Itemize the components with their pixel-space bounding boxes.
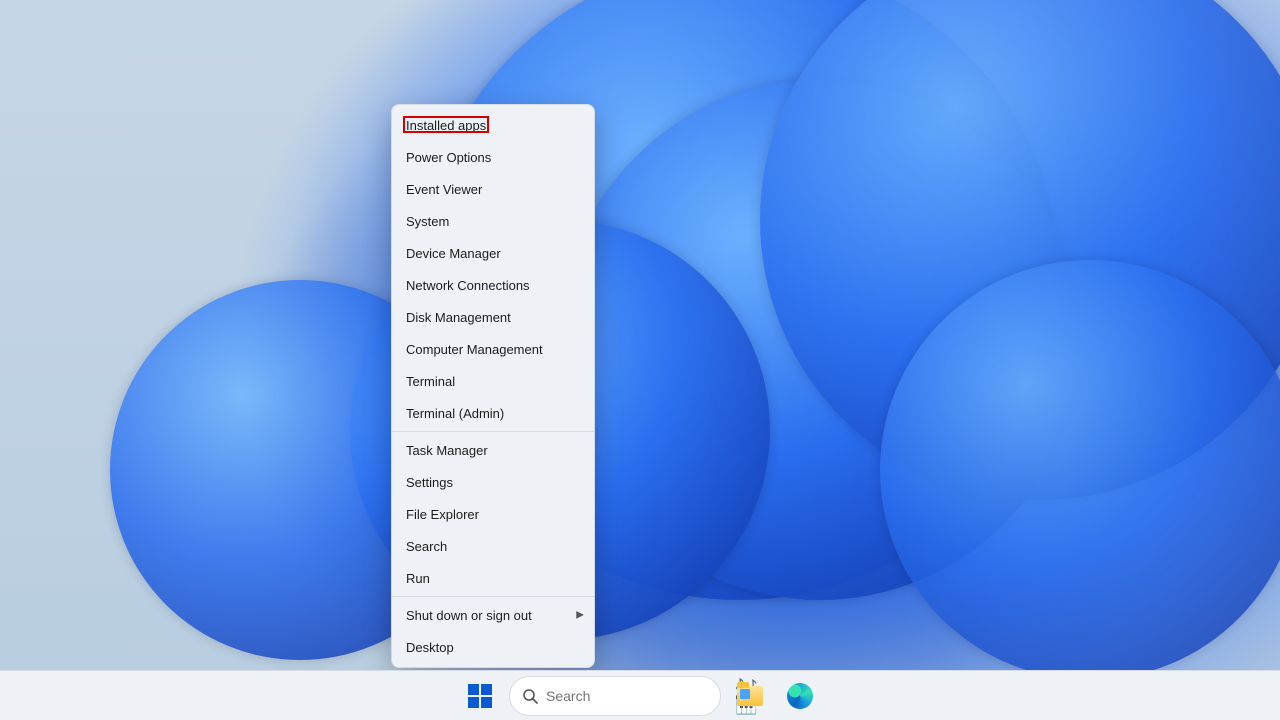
- ctx-item-label: Installed apps: [406, 118, 486, 133]
- ctx-item-label: Desktop: [406, 640, 454, 655]
- ctx-item[interactable]: Power Options: [392, 141, 594, 173]
- edge-button[interactable]: [779, 675, 821, 717]
- ctx-item-label: Device Manager: [406, 246, 501, 261]
- ctx-item-label: Task Manager: [406, 443, 488, 458]
- ctx-item[interactable]: Event Viewer: [392, 173, 594, 205]
- ctx-item[interactable]: Terminal: [392, 365, 594, 397]
- taskbar-search[interactable]: 🎶🎹: [509, 676, 721, 716]
- ctx-item-label: File Explorer: [406, 507, 479, 522]
- ctx-item-label: Disk Management: [406, 310, 511, 325]
- chevron-right-icon: ▶: [576, 610, 584, 621]
- ctx-item[interactable]: Installed apps: [392, 109, 594, 141]
- ctx-item[interactable]: Device Manager: [392, 237, 594, 269]
- search-input[interactable]: [546, 688, 727, 704]
- taskbar: 🎶🎹: [0, 670, 1280, 720]
- ctx-item[interactable]: Search: [392, 530, 594, 562]
- ctx-item-label: System: [406, 214, 449, 229]
- ctx-item[interactable]: System: [392, 205, 594, 237]
- ctx-item[interactable]: Computer Management: [392, 333, 594, 365]
- ctx-item-label: Search: [406, 539, 447, 554]
- ctx-item[interactable]: Settings: [392, 466, 594, 498]
- ctx-item[interactable]: File Explorer: [392, 498, 594, 530]
- ctx-item-label: Computer Management: [406, 342, 543, 357]
- desktop-wallpaper: [0, 0, 1280, 720]
- ctx-item[interactable]: Desktop: [392, 631, 594, 663]
- start-icon: [468, 684, 492, 708]
- ctx-item-label: Shut down or sign out: [406, 608, 532, 623]
- ctx-item[interactable]: Shut down or sign out ▶: [392, 599, 594, 631]
- ctx-item-label: Terminal: [406, 374, 455, 389]
- ctx-item[interactable]: Terminal (Admin): [392, 397, 594, 429]
- ctx-item-label: Terminal (Admin): [406, 406, 504, 421]
- ctx-item[interactable]: Task Manager: [392, 434, 594, 466]
- ctx-item[interactable]: Network Connections: [392, 269, 594, 301]
- ctx-item-label: Run: [406, 571, 430, 586]
- ctx-item-label: Network Connections: [406, 278, 530, 293]
- file-explorer-button[interactable]: [729, 675, 771, 717]
- file-explorer-icon: [737, 686, 763, 706]
- ctx-separator: [392, 596, 594, 597]
- search-icon: [522, 688, 538, 704]
- ctx-separator: [392, 431, 594, 432]
- edge-icon: [787, 683, 813, 709]
- start-button[interactable]: [459, 675, 501, 717]
- ctx-item-label: Power Options: [406, 150, 491, 165]
- ctx-item-label: Settings: [406, 475, 453, 490]
- ctx-item[interactable]: Disk Management: [392, 301, 594, 333]
- winx-context-menu: Installed apps Power Options Event Viewer S…: [391, 104, 595, 668]
- ctx-item[interactable]: Run: [392, 562, 594, 594]
- ctx-item-label: Event Viewer: [406, 182, 482, 197]
